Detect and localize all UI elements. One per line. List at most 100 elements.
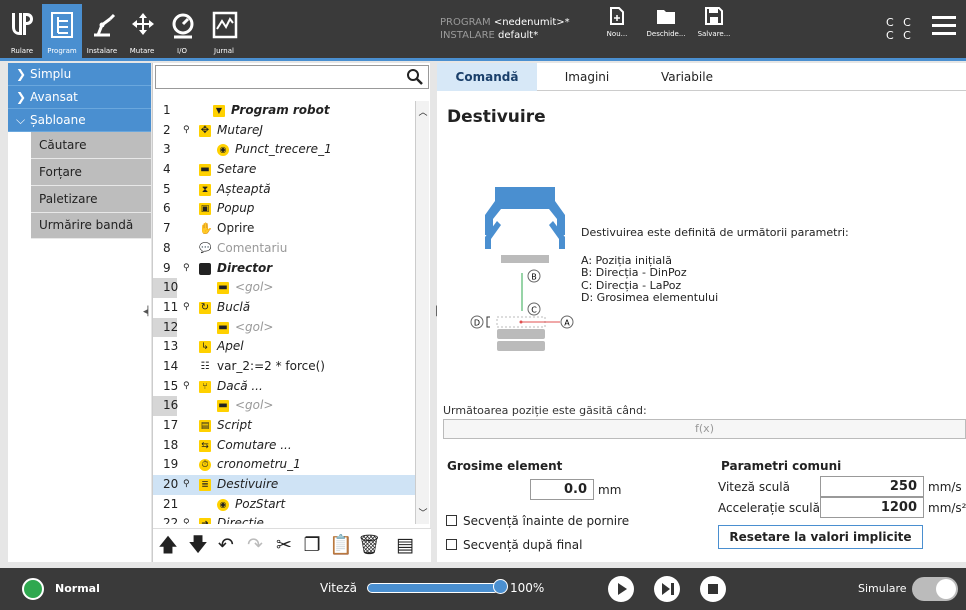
tool-speed-input[interactable]: 250 [820,476,924,497]
nav-install-button[interactable]: Instalare [82,4,122,58]
move-down-icon[interactable]: 🡇 [187,534,209,556]
undo-icon[interactable]: ↶ [215,534,237,556]
copy-icon[interactable]: ❐ [301,534,323,556]
thickness-input[interactable]: 0.0 [530,479,594,500]
seq-before-checkbox[interactable]: Secvență înainte de pornire [446,514,629,528]
tree-row[interactable]: 9 ⚲ Director [153,259,415,279]
fold-toggle-icon[interactable]: ⚲ [183,121,190,141]
program-name: <nedenumit>* [493,17,570,28]
collapse-left-icon[interactable]: ◂▏ [143,307,154,317]
tree-row[interactable]: 8 💬 Comentariu [153,239,415,259]
nav-run-button[interactable]: Rulare [2,4,42,58]
footer-bar: Normal Viteză 100% Simulare [0,568,966,610]
nav-program-button[interactable]: Program [42,4,82,58]
tree-search-field[interactable] [155,65,429,89]
fold-toggle-icon[interactable]: ⚲ [183,298,190,318]
category-label: Șabloane [30,113,86,127]
nav-program-label: Program [47,47,77,55]
template-palletizing[interactable]: Paletizare [31,186,151,213]
next-position-label: Următoarea poziție este găsită când: [443,404,647,417]
speed-slider[interactable] [367,583,499,593]
fold-toggle-icon[interactable]: ⚲ [183,259,190,279]
delete-icon[interactable]: 🗑 [357,534,381,556]
status-power-icon[interactable] [22,578,44,600]
save-button[interactable]: Salvare... [695,6,733,38]
stop-button[interactable] [700,576,726,602]
paste-icon[interactable]: 📋 [329,534,353,556]
suppress-icon[interactable]: ▤ [389,534,421,556]
play-button[interactable] [608,576,634,602]
simulation-toggle[interactable] [912,577,958,601]
fold-toggle-icon[interactable]: ⚲ [183,377,190,397]
program-info: PROGRAM <nedenumit>* INSTALARE default* [440,16,570,42]
checkbox-icon[interactable] [446,539,457,550]
cut-icon[interactable]: ✂ [273,534,295,556]
tree-row[interactable]: 22⚲➜Direcție [153,514,415,524]
scroll-up-icon[interactable]: ︿ [416,105,430,119]
speed-slider-handle[interactable] [493,579,508,594]
tree-row[interactable]: 15 ⚲ ⑂ Dacă ... [153,377,415,397]
fold-toggle-icon[interactable]: ⚲ [183,475,190,495]
program-tree-panel: 1 ▼ Program robot 2 ⚲ ✥ MutareJ 3 ◉ Punct_trece… [152,63,431,562]
open-button[interactable]: Deschide... [643,6,689,38]
template-force[interactable]: Forțare [31,159,151,186]
nav-move-button[interactable]: Mutare [122,4,162,58]
tree-row[interactable]: 13 ↳ Apel [153,337,415,357]
hamburger-menu-icon[interactable] [932,16,956,36]
tree-toolbar: 🡅 🡇 ↶ ↷ ✂ ❐ 📋 🗑 ▤ [153,528,431,562]
tree-row[interactable]: 7 ✋ Oprire [153,219,415,239]
reset-defaults-button[interactable]: Resetare la valori implicite [718,525,923,549]
expression-field[interactable]: f(x) [443,419,966,439]
tree-row[interactable]: 1 ▼ Program robot [153,101,415,121]
program-root-icon: ▼ [213,105,225,117]
tree-row[interactable]: 12 ▬ <gol> [153,317,415,338]
chevron-right-icon: ❯ [16,67,27,81]
checkbox-icon[interactable] [446,515,457,526]
category-sabloane[interactable]: ⌵ Șabloane [8,109,151,132]
tree-row[interactable]: 14 ☷ var_2:=2 * force() [153,357,415,377]
redo-icon[interactable]: ↷ [244,534,266,556]
tree-row[interactable]: 17 ▤ Script [153,416,415,436]
tree-search-input[interactable] [160,67,400,87]
timer-icon: ⏱ [199,459,211,472]
step-button[interactable] [654,576,680,602]
install-label: INSTALARE [440,30,495,41]
seq-after-checkbox[interactable]: Secvență după final [446,538,582,552]
save-icon [705,7,723,25]
tree-row[interactable]: 2 ⚲ ✥ MutareJ [153,121,415,141]
tab-images[interactable]: Imagini [537,63,637,91]
tree-row[interactable]: 10 ▬ <gol> [153,278,415,298]
tree-row[interactable]: 11 ⚲ ↻ Buclă [153,298,415,318]
fold-toggle-icon[interactable]: ⚲ [183,514,190,524]
template-search[interactable]: Căutare [31,132,151,159]
category-simplu[interactable]: ❯ Simplu [8,63,151,86]
tree-row-selected[interactable]: 20 ⚲ ≣ Destivuire [153,475,415,495]
scroll-down-icon[interactable]: ﹀ [416,506,430,520]
search-icon[interactable] [406,68,424,86]
tree-row[interactable]: 5 ⧗ Așteaptă [153,180,415,200]
tree-row[interactable]: 21 ◉ PozStart [153,495,415,515]
tree-row[interactable]: 16 ▬ <gol> [153,396,415,417]
tree-row[interactable]: 6 ▣ Popup [153,199,415,219]
nav-io-button[interactable]: I/O [162,4,202,58]
tab-variables[interactable]: Variabile [637,63,737,91]
move-up-icon[interactable]: 🡅 [157,534,179,556]
tool-accel-input[interactable]: 1200 [820,497,924,518]
program-label: PROGRAM [440,17,491,28]
chevron-right-icon: ❯ [16,90,27,104]
comment-icon: 💬 [199,242,212,254]
save-label: Salvare... [697,30,731,38]
tree-row[interactable]: 18 ⇆ Comutare ... [153,436,415,456]
nav-log-button[interactable]: Jurnal [204,4,244,58]
template-conveyor-tracking[interactable]: Urmărire bandă [31,213,151,239]
new-file-button[interactable]: Nou... [602,6,632,38]
empty-node-icon: ▬ [217,400,229,413]
tree-row[interactable]: 19 ⏱ cronometru_1 [153,455,415,475]
tree-row[interactable]: 4 ▬ Setare [153,160,415,180]
seq-after-label: Secvență după final [463,538,583,552]
category-avansat[interactable]: ❯ Avansat [8,86,151,109]
waypoint-icon: ◉ [217,144,229,157]
tab-command[interactable]: Comandă [437,63,537,91]
tree-row[interactable]: 3 ◉ Punct_trecere_1 [153,140,415,160]
tree-scrollbar[interactable]: ︿ ﹀ [415,101,429,524]
